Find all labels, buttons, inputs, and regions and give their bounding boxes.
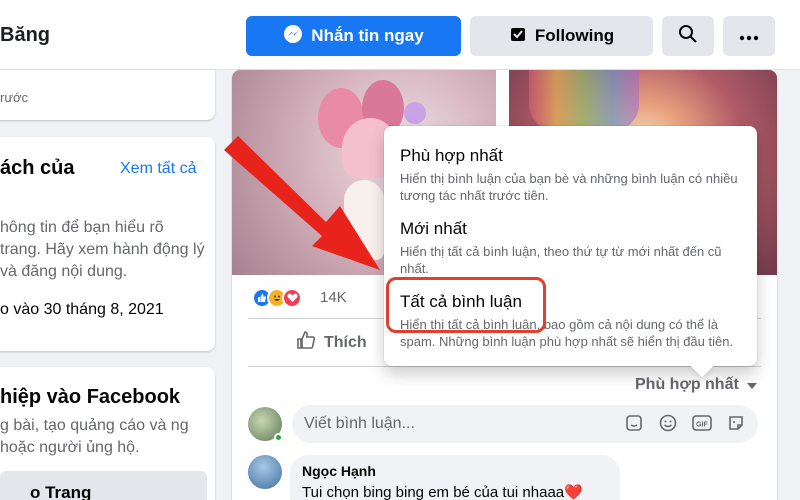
balloon (404, 102, 426, 124)
invite-card-title: hiệp vào Facebook (0, 386, 181, 408)
divider (248, 366, 761, 367)
sticker-icon[interactable] (624, 413, 644, 433)
love-reaction-icon (282, 288, 302, 308)
about-card-subtext: rước (0, 90, 29, 105)
sort-label: Phù hợp nhất (635, 376, 739, 393)
invite-card-description: g bài, tạo quảng cáo và ng hoặc người ủn… (0, 417, 189, 456)
transparency-title: ách của (0, 157, 75, 179)
page-transparency-card: ách của Xem tất cả hông tin để bạn hiểu … (0, 137, 215, 351)
following-button[interactable]: Following (470, 16, 653, 56)
emoji-icon[interactable] (658, 413, 678, 433)
comment-sort-toggle[interactable]: Phù hợp nhất (635, 376, 757, 394)
comment-placeholder: Viết bình luận... (304, 415, 415, 432)
menu-item-all-comments[interactable]: Tất cả bình luận Hiển thị tất cả bình lu… (400, 292, 745, 350)
commenter-name[interactable]: Ngọc Hạnh (302, 463, 376, 479)
reaction-count[interactable]: 14K (320, 289, 347, 306)
invite-card: hiệp vào Facebook g bài, tạo quảng cáo v… (0, 367, 215, 500)
menu-item-most-relevant[interactable]: Phù hợp nhất Hiển thị bình luận của bạn … (400, 146, 745, 204)
menu-item-title: Tất cả bình luận (400, 292, 522, 311)
menu-item-description: Hiển thị tất cả bình luận, bao gồm cả nộ… (400, 317, 734, 349)
messenger-icon (283, 24, 303, 49)
message-now-button[interactable]: Nhắn tin ngay (246, 16, 461, 56)
commenter-avatar[interactable] (248, 455, 282, 489)
online-status-dot (274, 433, 283, 442)
create-page-button[interactable]: o Trang (0, 471, 207, 500)
comment-bubble: Ngọc Hạnh Tui chọn bing bing em bé của t… (290, 455, 620, 500)
transparency-description: hông tin để bạn hiểu rõ trang. Hãy xem h… (0, 219, 205, 280)
gif-icon[interactable]: GIF (692, 413, 712, 433)
menu-item-title: Mới nhất (400, 219, 467, 238)
menu-item-description: Hiển thị bình luận của bạn bè và những b… (400, 171, 738, 203)
menu-item-newest[interactable]: Mới nhất Hiển thị tất cả bình luận, theo… (400, 219, 745, 277)
more-icon (739, 26, 759, 46)
svg-text:GIF: GIF (696, 422, 708, 429)
about-card: rước (0, 70, 215, 120)
following-label: Following (534, 26, 615, 45)
search-icon (678, 24, 698, 49)
following-icon (509, 25, 527, 48)
child-figure (344, 180, 384, 260)
menu-item-title: Phù hợp nhất (400, 146, 503, 165)
current-user-avatar[interactable] (248, 407, 283, 442)
menu-item-description: Hiển thị tất cả bình luận, theo thứ tự t… (400, 244, 722, 276)
page-name: Băng (0, 24, 50, 46)
more-button[interactable] (723, 16, 775, 56)
camera-icon[interactable] (726, 413, 746, 433)
reaction-icons[interactable] (252, 286, 302, 310)
comment-input[interactable]: Viết bình luận... GIF (292, 405, 758, 443)
thumbs-up-icon (296, 330, 316, 355)
see-all-link[interactable]: Xem tất cả (120, 160, 196, 178)
caret-down-icon (746, 376, 757, 394)
comment-text: Tui chọn bing bing em bé của tui nhaaa❤️ (302, 484, 583, 500)
page-header: Băng Nhắn tin ngay Following (0, 0, 800, 70)
like-button[interactable]: Thích (296, 330, 367, 355)
message-now-label: Nhắn tin ngay (311, 26, 424, 45)
search-button[interactable] (662, 16, 714, 56)
like-label: Thích (324, 333, 367, 351)
comment-sort-menu: Phù hợp nhất Hiển thị bình luận của bạn … (384, 126, 757, 366)
page-created-date: o vào 30 tháng 8, 2021 (0, 301, 164, 318)
